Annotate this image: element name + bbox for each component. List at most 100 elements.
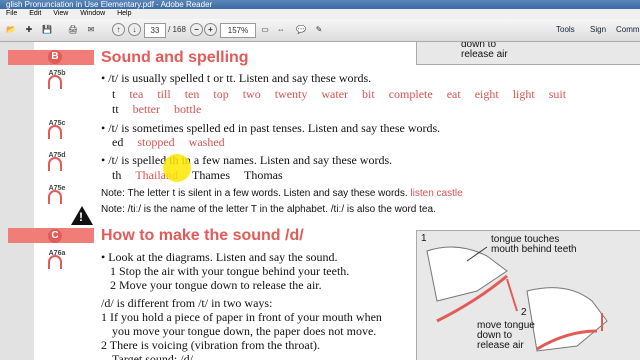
word: stopped (137, 135, 175, 149)
b-line3: • /t/ is spelled th in a few names. List… (101, 153, 393, 167)
b-line2: • /t/ is sometimes spelled ed in past te… (101, 121, 441, 135)
b-line2-text: /t/ is sometimes spelled ed in past tens… (108, 121, 441, 135)
b-note1-text: Note: The letter t is silent in a few wo… (101, 188, 408, 199)
fit-width-icon[interactable]: ⇔ (274, 23, 288, 36)
mouth-diagram: 1 2 tongue touches mouth behind teeth mo… (416, 230, 640, 360)
mouth-shape-2 (526, 287, 608, 352)
c-line2: 1 Stop the air with your tongue behind y… (110, 264, 350, 278)
highlight-icon[interactable]: ✎ (312, 23, 326, 36)
word: till (157, 87, 171, 101)
word: top (213, 87, 229, 101)
word: water (321, 87, 349, 101)
menu-help[interactable]: Help (117, 10, 131, 17)
menu-file[interactable]: File (6, 10, 17, 17)
word: bottle (174, 102, 202, 116)
audio-track-a75e[interactable]: A75e (45, 185, 69, 207)
tools-link[interactable]: Tools (556, 25, 575, 34)
window-title: glish Pronunciation in Use Elementary.pd… (0, 0, 640, 9)
document-page: down to release air B Sound and spelling… (0, 42, 640, 360)
word: two (242, 87, 261, 101)
email-icon[interactable]: ✉ (84, 23, 98, 36)
zoom-out-icon[interactable]: − (190, 23, 203, 36)
zoom-in-icon[interactable]: + (204, 23, 217, 36)
word: th (112, 168, 122, 182)
c-line6: you move your tongue down, the paper doe… (112, 324, 377, 338)
c-line1: • Look at the diagrams. Listen and say t… (101, 250, 338, 264)
audio-track-a75c[interactable]: A75c (45, 120, 69, 142)
section-c-letter: C (48, 229, 62, 243)
word: tea (129, 87, 144, 101)
word: eat (446, 87, 461, 101)
menu-edit[interactable]: Edit (29, 10, 41, 17)
word: eight (474, 87, 499, 101)
c-line4: /d/ is different from /t/ in two ways: (101, 296, 273, 310)
b-note1: Note: The letter t is silent in a few wo… (101, 188, 463, 199)
headphones-icon (48, 75, 62, 89)
next-page-icon[interactable]: ↓ (128, 23, 141, 36)
create-icon[interactable]: ✚ (22, 23, 36, 36)
print-icon[interactable]: 🖨 (66, 23, 80, 36)
page-number-input[interactable]: 33 (144, 23, 166, 38)
word: bit (362, 87, 375, 101)
comment-icon[interactable]: 💬 (294, 23, 308, 36)
audio-track-a75b[interactable]: A75b (45, 70, 69, 92)
diagram-label-2: move tongue down to release air (477, 320, 535, 351)
section-b-title: Sound and spelling (101, 49, 249, 66)
word: Thomas (244, 168, 283, 182)
diagram-number-1: 1 (421, 233, 427, 244)
toolbar: 📂 ✚ 💾 🖨 ✉ ↑ ↓ 33 / 168 − + 157% ▭ ⇔ 💬 ✎ … (0, 19, 640, 42)
headphones-icon (48, 190, 62, 204)
section-c-title: How to make the sound /d/ (101, 227, 304, 244)
cursor-highlight (163, 154, 191, 182)
b-words3: th Thailand Thames Thomas (112, 168, 297, 183)
word: ed (112, 135, 124, 149)
word: ten (184, 87, 200, 101)
mouth-shape-1 (426, 246, 508, 302)
b-note2: Note: /tiː/ is the name of the letter T … (101, 204, 436, 215)
diagram-label-1: tongue touches mouth behind teeth (491, 234, 577, 255)
comment-link[interactable]: Comm (616, 25, 640, 34)
word: better (132, 102, 160, 116)
c-line5: 1 If you hold a piece of paper in front … (101, 310, 382, 324)
zoom-select[interactable]: 157% (220, 23, 256, 38)
word: tt (112, 102, 119, 116)
c-line8: Target sound: /d/ (112, 352, 193, 360)
prev-page-icon[interactable]: ↑ (112, 23, 125, 36)
menu-window[interactable]: Window (80, 10, 105, 17)
word: washed (188, 135, 225, 149)
save-icon[interactable]: 💾 (40, 23, 54, 36)
menu-view[interactable]: View (53, 10, 68, 17)
b-words1b: tt better bottle (112, 102, 215, 117)
diagram-number-2: 2 (521, 307, 527, 318)
word: light (512, 87, 535, 101)
b-line3-text: /t/ is spelled th in a few names. Listen… (108, 153, 393, 167)
word: t (112, 87, 116, 101)
sign-link[interactable]: Sign (590, 25, 606, 34)
section-b-letter: B (48, 50, 62, 64)
c-line1-text: Look at the diagrams. Listen and say the… (108, 250, 338, 264)
page-margin (0, 42, 34, 360)
c-line3: 2 Move your tongue down to release the a… (110, 278, 322, 292)
headphones-icon (48, 255, 62, 269)
open-icon[interactable]: 📂 (4, 23, 18, 36)
b-note1-words: listen castle (410, 188, 463, 199)
word: complete (388, 87, 433, 101)
headphones-icon (48, 157, 62, 171)
word: Thames (192, 168, 230, 182)
audio-track-a75d[interactable]: A75d (45, 152, 69, 174)
b-line1: • /t/ is usually spelled t or tt. Listen… (101, 71, 372, 85)
top-callout: down to release air (461, 42, 508, 60)
fit-page-icon[interactable]: ▭ (258, 23, 272, 36)
word: suit (548, 87, 567, 101)
arrow-1-to-2 (506, 278, 518, 312)
c-line7: 2 There is voicing (vibration from the t… (101, 338, 321, 352)
b-words2: ed stopped washed (112, 135, 239, 150)
headphones-icon (48, 125, 62, 139)
audio-track-a76a[interactable]: A76a (45, 250, 69, 272)
warning-icon: ! (71, 206, 93, 225)
menu-bar: File Edit View Window Help (0, 9, 640, 19)
b-line1-text: /t/ is usually spelled t or tt. Listen a… (108, 71, 372, 85)
top-diagram-fragment: down to release air (416, 42, 640, 65)
b-words1: t tea till ten top two twenty water bit complete e… (112, 87, 580, 102)
word: twenty (274, 87, 308, 101)
